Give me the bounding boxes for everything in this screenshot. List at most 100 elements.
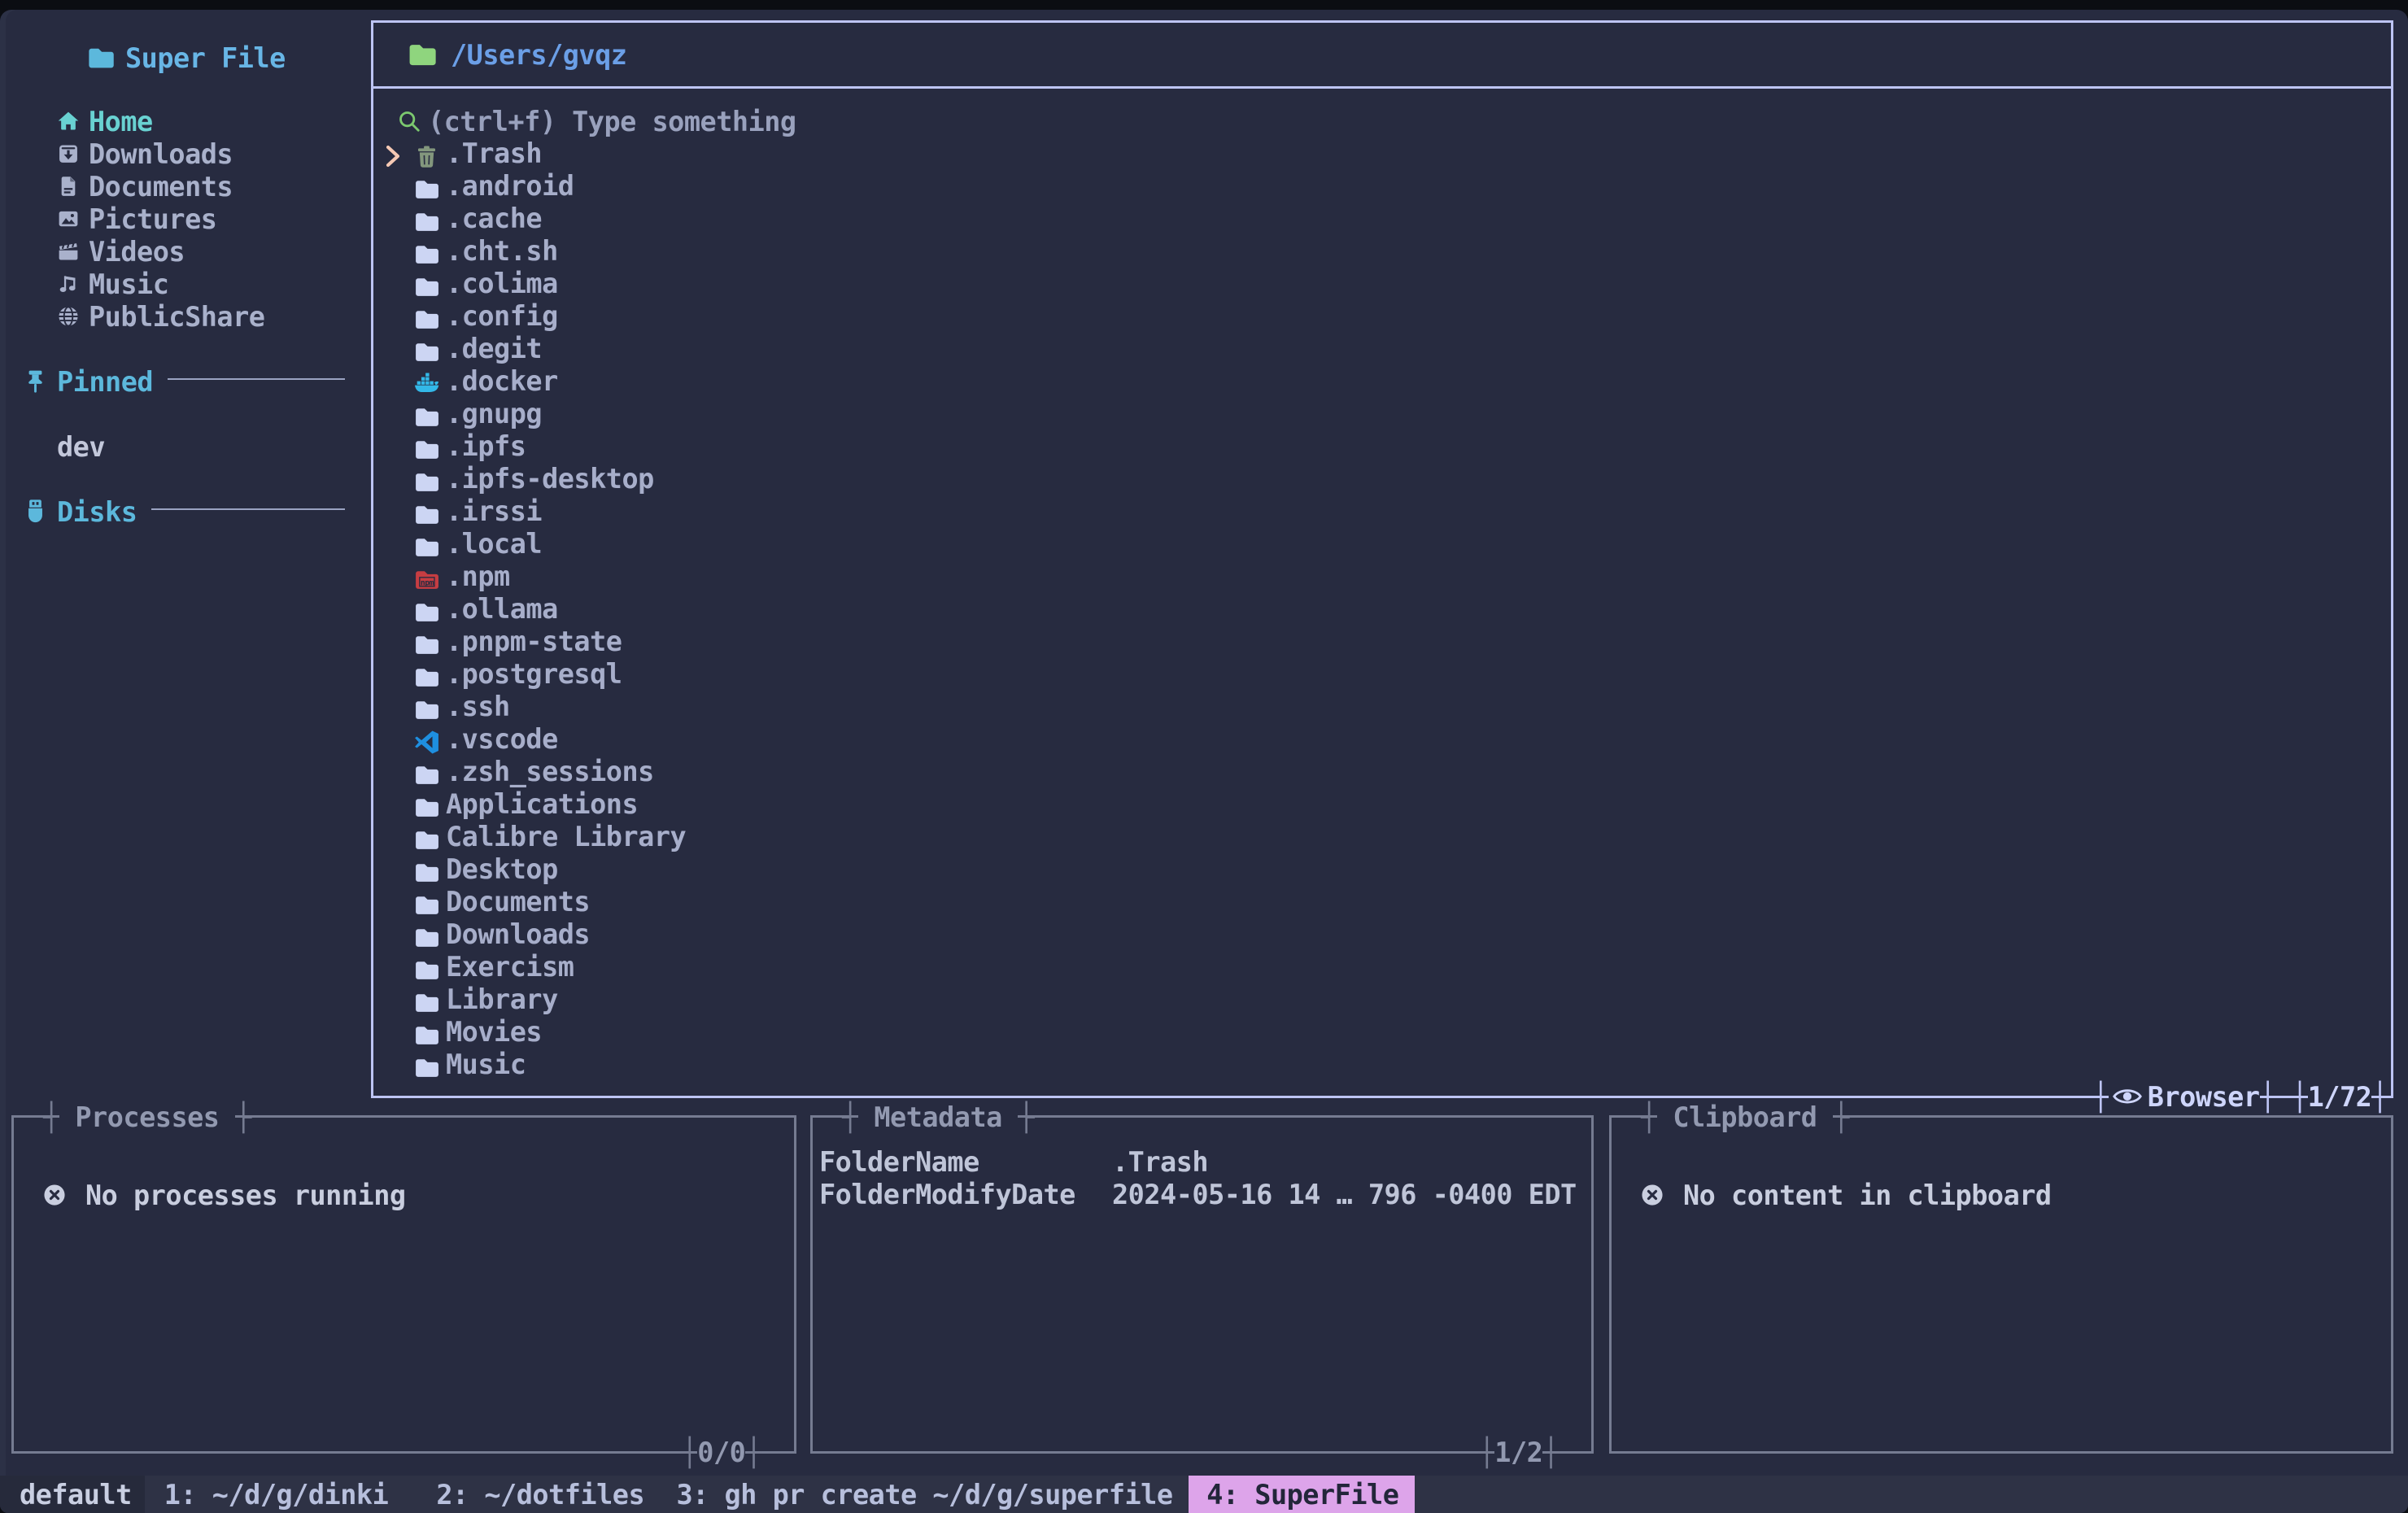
file-row[interactable]: .cache <box>373 200 2391 233</box>
file-row[interactable]: Music <box>373 1046 2391 1079</box>
file-name: .zsh_sessions <box>446 756 654 788</box>
downloads-icon <box>57 142 80 165</box>
file-row[interactable]: Movies <box>373 1014 2391 1046</box>
file-row[interactable]: .ssh <box>373 688 2391 721</box>
file-row[interactable]: .config <box>373 298 2391 330</box>
file-row[interactable]: Downloads <box>373 916 2391 948</box>
file-row[interactable]: .local <box>373 525 2391 558</box>
music-icon <box>57 273 80 295</box>
file-row[interactable]: Exercism <box>373 948 2391 981</box>
sidebar-pinned-item[interactable]: dev <box>57 428 105 460</box>
video-icon <box>57 240 80 263</box>
border-tick: ┤ <box>842 1101 858 1133</box>
file-row[interactable]: .gnupg <box>373 395 2391 428</box>
cursor-icon <box>382 137 404 170</box>
border-tick: ├ <box>235 1101 251 1133</box>
tmux-status-bar: default1: ~/d/g/dinki 2: ~/dotfiles 3: g… <box>0 1476 2408 1513</box>
home-icon <box>57 110 80 133</box>
file-row[interactable]: .zsh_sessions <box>373 753 2391 786</box>
sidebar-item-home[interactable]: Home <box>57 102 153 135</box>
circle-x-icon <box>1640 1183 1664 1207</box>
sidebar-section-label: Disks <box>57 496 137 528</box>
document-icon <box>57 175 80 198</box>
file-row[interactable]: .Trash <box>373 135 2391 168</box>
tmux-session-name[interactable]: default <box>0 1476 145 1513</box>
file-row[interactable]: Calibre Library <box>373 818 2391 851</box>
clipboard-panel: ┤ Clipboard ├No content in clipboard <box>1609 1115 2393 1454</box>
tmux-window[interactable]: 1: ~/d/g/dinki <box>164 1479 389 1511</box>
border-tick: ┤ <box>1641 1101 1657 1133</box>
tmux-window[interactable]: 3: gh pr create ~/d/g/superfile <box>644 1479 1172 1511</box>
message-text: No processes running <box>85 1179 406 1211</box>
search-input[interactable]: (ctrl+f) Type something <box>397 102 796 135</box>
file-row[interactable]: .ipfs <box>373 428 2391 460</box>
file-name: Music <box>446 1049 526 1081</box>
tmux-window[interactable]: 2: ~/dotfiles <box>388 1479 644 1511</box>
file-row[interactable]: npm.npm <box>373 558 2391 591</box>
file-row[interactable]: Desktop <box>373 851 2391 883</box>
folder-icon <box>413 203 440 235</box>
file-row[interactable]: .vscode <box>373 721 2391 753</box>
tmux-active-window[interactable]: 4: SuperFile <box>1189 1476 1415 1513</box>
folder-icon <box>413 853 440 886</box>
file-row[interactable]: Applications <box>373 786 2391 818</box>
sidebar-item-publicshare[interactable]: PublicShare <box>57 298 264 330</box>
file-row[interactable]: .irssi <box>373 493 2391 525</box>
sidebar-section-disks[interactable]: Disks <box>24 493 137 525</box>
file-row[interactable]: .android <box>373 168 2391 200</box>
path-bar[interactable]: /Users/gvqz <box>373 23 2391 86</box>
current-path: /Users/gvqz <box>451 39 626 71</box>
clipboard-panel-title: ┤ Clipboard ├ <box>1641 1101 1849 1133</box>
folder-icon <box>413 463 440 495</box>
folder-icon <box>413 170 440 203</box>
metadata-panel: ┤ Metadata ├FolderName.TrashFolderModify… <box>810 1115 1594 1454</box>
border-tick: ├ <box>1542 1437 1559 1468</box>
circle-x-icon <box>42 1183 67 1207</box>
sidebar-item-downloads[interactable]: Downloads <box>57 135 233 168</box>
search-placeholder: (ctrl+f) Type something <box>428 106 796 137</box>
file-name: .colima <box>446 268 558 300</box>
mode-label-text: Browser <box>2148 1081 2260 1113</box>
panel-title-text: Processes <box>59 1101 235 1133</box>
file-name: Exercism <box>446 951 574 983</box>
metadata-key: FolderName <box>819 1146 979 1179</box>
file-name: .vscode <box>446 723 558 756</box>
file-row[interactable]: .docker <box>373 363 2391 395</box>
counter-text: 1/2 <box>1494 1436 1542 1468</box>
file-row[interactable]: .degit <box>373 330 2391 363</box>
processes-panel: ┤ Processes ├No processes running┤0/0├ <box>11 1115 796 1454</box>
file-row[interactable]: .postgresql <box>373 656 2391 688</box>
sidebar-item-documents[interactable]: Documents <box>57 168 233 200</box>
folder-open-icon <box>407 39 438 70</box>
sidebar-item-music[interactable]: Music <box>57 265 168 298</box>
file-name: Desktop <box>446 853 558 886</box>
tmux-window-gap <box>1173 1476 1189 1513</box>
file-name: .postgresql <box>446 658 622 691</box>
folder-icon <box>413 788 440 821</box>
globe-icon <box>57 305 80 328</box>
file-row[interactable]: .cht.sh <box>373 233 2391 265</box>
tmux-window-list: 1: ~/d/g/dinki 2: ~/dotfiles 3: gh pr cr… <box>145 1476 1173 1513</box>
folder-icon <box>413 1049 440 1081</box>
file-row[interactable]: Documents <box>373 883 2391 916</box>
file-row[interactable]: Library <box>373 981 2391 1014</box>
folder-icon <box>413 430 440 463</box>
file-row[interactable]: .ollama <box>373 591 2391 623</box>
metadata-value: 2024-05-16 14 … 796 -0400 EDT <box>1112 1179 1577 1211</box>
docker-icon <box>413 365 440 398</box>
folder-icon <box>413 918 440 951</box>
folder-icon <box>413 821 440 853</box>
processes-empty-message: No processes running <box>42 1176 406 1209</box>
file-panel: /Users/gvqz (ctrl+f) Type something .Tra… <box>371 20 2393 1098</box>
border-tick: ├ <box>2371 1081 2388 1113</box>
sidebar-section-pinned[interactable]: Pinned <box>24 363 153 395</box>
sidebar-item-videos[interactable]: Videos <box>57 233 185 265</box>
file-row[interactable]: .ipfs-desktop <box>373 460 2391 493</box>
counter-text: 0/0 <box>697 1436 745 1468</box>
file-row[interactable]: .colima <box>373 265 2391 298</box>
sidebar-item-pictures[interactable]: Pictures <box>57 200 216 233</box>
file-row[interactable]: .pnpm-state <box>373 623 2391 656</box>
npm-icon: npm <box>413 560 440 593</box>
eye-icon <box>2112 1082 2143 1111</box>
file-name: .degit <box>446 333 542 365</box>
